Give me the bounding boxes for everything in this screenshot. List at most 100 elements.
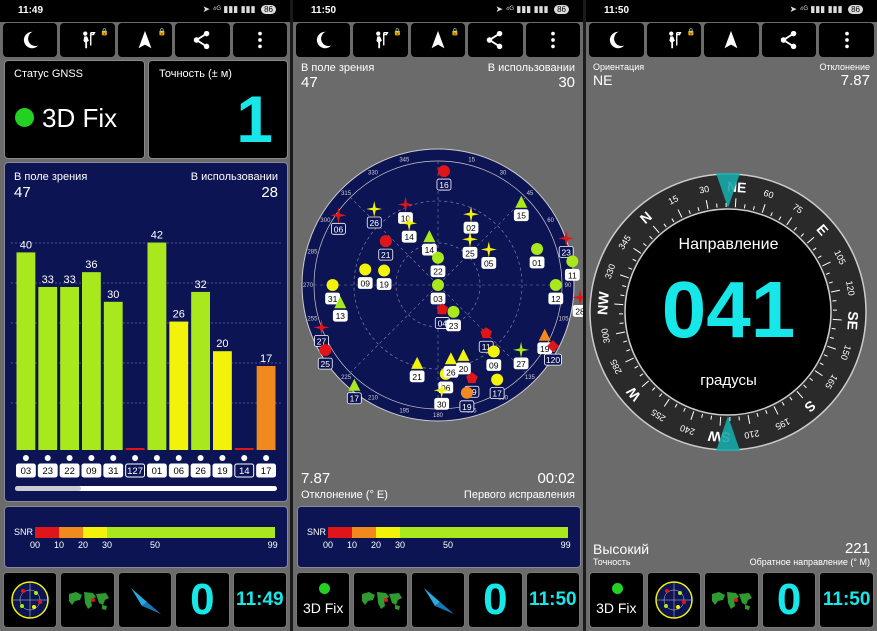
satellite-id: 16	[439, 180, 449, 190]
satellite-id: 14	[425, 245, 435, 255]
compass-tab[interactable]	[410, 572, 466, 628]
battery-level: 86	[848, 5, 863, 14]
more-vertical-icon	[257, 31, 262, 49]
satellite-marker-icon	[110, 455, 117, 461]
world-map-icon	[65, 588, 110, 612]
prn-label: 26	[195, 466, 206, 477]
screen-compass: 11:50 ➤ ⁴ᴳ ▮▮▮ ▮▮▮ 86 🔒 Ориентация NE От…	[586, 0, 877, 631]
snr-tick: 99	[560, 540, 571, 550]
satellite-id: 14	[404, 232, 414, 242]
signal-bar-chart: 40 03 33 23 33 22 36 09 30 31 127 42 01 26 06 32 26 20 19 1…	[11, 230, 281, 478]
ttff-value: 00:02	[537, 470, 575, 487]
walker-button[interactable]: 🔒	[353, 23, 408, 57]
satellite-circle-icon	[319, 344, 332, 357]
satellite-id: 11	[568, 270, 577, 280]
gnss-status-card: Статус GNSS 3D Fix	[4, 60, 145, 159]
bar-value-label: 17	[260, 353, 272, 365]
night-mode-button[interactable]	[3, 23, 58, 57]
lock-icon: 🔒	[393, 29, 402, 36]
clock-tab[interactable]: 11:50	[525, 572, 581, 628]
navigation-button[interactable]	[704, 23, 759, 57]
share-button[interactable]	[175, 23, 230, 57]
chart-scroll-track[interactable]	[15, 486, 277, 491]
orientation-label: Ориентация	[593, 62, 645, 72]
sky-view-tab[interactable]	[3, 572, 58, 628]
sky-ring-label: 255	[307, 317, 318, 323]
sky-ring-label: 90	[565, 283, 572, 289]
sky-ring-label: 345	[399, 157, 410, 163]
chart-scroll-thumb[interactable]	[15, 486, 81, 491]
more-menu-button[interactable]	[232, 23, 288, 57]
signal-bar	[234, 448, 254, 450]
compass-tab[interactable]	[117, 572, 173, 628]
sky-ring-label: 300	[320, 218, 331, 224]
navigation-button[interactable]: 🔒	[117, 23, 173, 57]
status-icons: ➤ ⁴ᴳ ▮▮▮ ▮▮▮ 86	[496, 4, 569, 15]
reverse-heading-value: 221	[844, 540, 870, 557]
world-map-icon	[358, 588, 403, 612]
counter-tab[interactable]: 0	[175, 572, 230, 628]
deviation-label: Отклонение	[819, 62, 871, 72]
bottom-clock: 11:49	[236, 589, 284, 610]
satellite-circle-icon	[326, 279, 339, 291]
screen-sky-view: 11:50 ➤ ⁴ᴳ ▮▮▮ ▮▮▮ 86 🔒 🔒 В поле зрения …	[293, 0, 583, 631]
bottom-bar: 3D Fix 0 11:50	[589, 572, 874, 628]
sky-ring-label: 195	[399, 409, 410, 415]
sky-view-plot[interactable]: 1051201351501651801952102252402552702853…	[293, 140, 583, 430]
counter-tab[interactable]: 0	[761, 572, 817, 628]
snr-label: SNR	[14, 527, 34, 537]
clock-tab[interactable]: 11:49	[232, 572, 288, 628]
walker-icon	[82, 31, 96, 49]
status-time: 11:49	[18, 5, 44, 16]
night-mode-button[interactable]	[296, 23, 351, 57]
fix-status: 3D Fix	[42, 103, 118, 133]
navigation-button[interactable]: 🔒	[410, 23, 466, 57]
accuracy-value: 1	[236, 82, 273, 156]
accuracy-value: Высокий	[593, 541, 650, 557]
satellite-id: 02	[466, 223, 476, 233]
sky-view-tab[interactable]	[646, 572, 702, 628]
satellite-id: 25	[465, 248, 475, 258]
snr-label: SNR	[307, 527, 327, 537]
satellite-id: 22	[433, 267, 443, 277]
more-menu-button[interactable]	[819, 23, 874, 57]
signal-bar	[125, 448, 145, 450]
gnss-status-tab[interactable]: 3D Fix	[296, 572, 351, 628]
moon-icon	[317, 31, 332, 49]
satellite-id: 05	[484, 258, 494, 268]
world-map-tab[interactable]	[704, 572, 759, 628]
sky-ring-label: 285	[307, 249, 318, 255]
share-icon	[194, 30, 210, 50]
walker-button[interactable]: 🔒	[646, 23, 702, 57]
satellite-id: 20	[459, 364, 469, 374]
satellite-marker-icon	[197, 455, 204, 461]
share-button[interactable]	[468, 23, 523, 57]
world-map-tab[interactable]	[353, 572, 408, 628]
toolbar: 🔒	[589, 23, 874, 57]
night-mode-button[interactable]	[589, 23, 644, 57]
bottom-counter: 0	[776, 575, 802, 624]
status-time: 11:50	[311, 5, 337, 16]
satellite-marker-icon	[175, 455, 182, 461]
in-view-value: 47	[301, 74, 318, 91]
satellite-id: 03	[433, 294, 443, 304]
sky-ring-label: 15	[468, 157, 475, 163]
bar-value-label: 33	[63, 274, 75, 286]
status-icons: ➤ ⁴ᴳ ▮▮▮ ▮▮▮ 86	[203, 4, 276, 15]
counter-tab[interactable]: 0	[468, 572, 523, 628]
lock-icon: 🔒	[157, 29, 167, 36]
satellite-id: 09	[360, 279, 370, 289]
more-menu-button[interactable]	[525, 23, 581, 57]
accuracy-card: Точность (± м) 1	[148, 60, 288, 159]
share-button[interactable]	[761, 23, 817, 57]
signal-bar	[191, 291, 210, 450]
satellite-marker-icon	[132, 455, 139, 461]
walker-button[interactable]: 🔒	[60, 23, 115, 57]
satellite-id: 06	[334, 224, 344, 234]
world-map-tab[interactable]	[60, 572, 115, 628]
gnss-status-tab[interactable]: 3D Fix	[589, 572, 644, 628]
share-icon	[780, 30, 797, 50]
sky-ring-label: 315	[341, 191, 352, 197]
compass-tick	[734, 198, 737, 208]
clock-tab[interactable]: 11:50	[819, 572, 874, 628]
